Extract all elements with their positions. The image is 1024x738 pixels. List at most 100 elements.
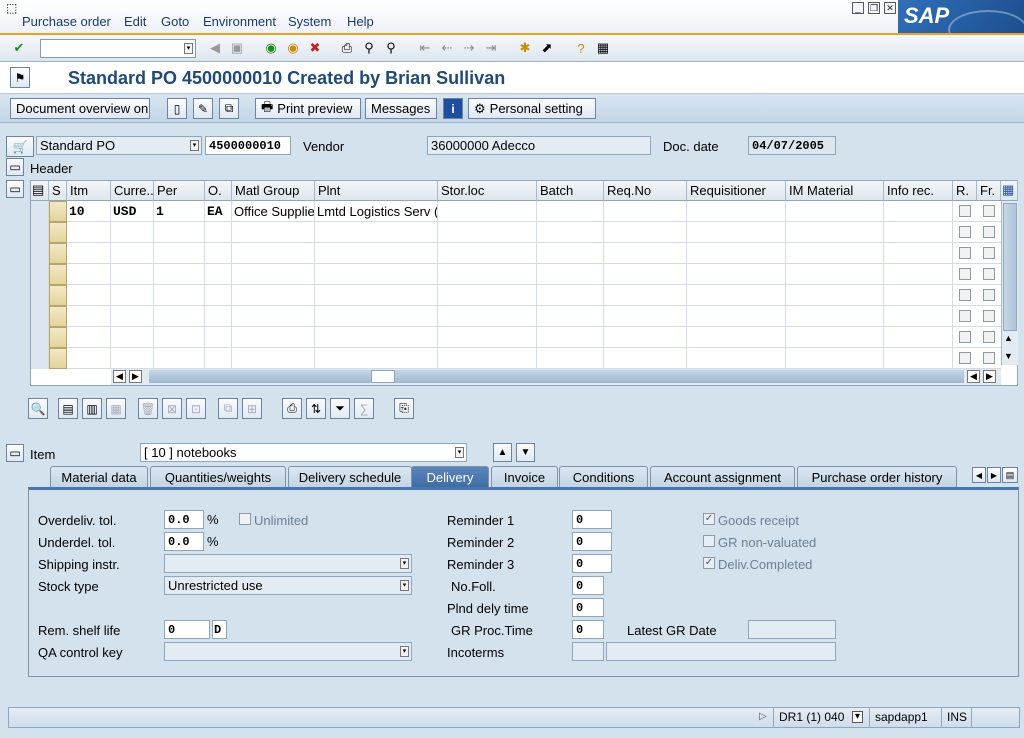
table-cell[interactable] — [232, 327, 315, 348]
table-cell[interactable]: USD — [111, 201, 154, 222]
table-cell[interactable] — [884, 201, 953, 222]
collapse-items-icon[interactable]: ▭ — [6, 180, 24, 198]
tab-delivery-schedule[interactable]: Delivery schedule — [288, 466, 412, 488]
scroll-up-icon[interactable]: ▲ — [1004, 333, 1013, 343]
table-cell[interactable] — [315, 285, 438, 306]
shortcut-icon[interactable]: ⬈ — [538, 39, 556, 57]
scroll-thumb[interactable] — [1003, 203, 1017, 331]
table-cell[interactable] — [537, 306, 604, 327]
table-cell[interactable] — [154, 222, 205, 243]
col-currency[interactable]: Curre... — [111, 181, 154, 201]
table-row[interactable] — [31, 264, 1001, 285]
close-icon[interactable]: ✕ — [884, 2, 896, 14]
table-cell[interactable] — [884, 327, 953, 348]
status-system-dropdown-icon[interactable]: ▾ — [852, 711, 863, 723]
table-cell[interactable] — [205, 306, 232, 327]
sort-icon[interactable]: ⇅ — [306, 398, 326, 419]
table-cell[interactable] — [154, 306, 205, 327]
reminder-2-field[interactable]: 0 — [572, 532, 612, 551]
col-plant[interactable]: Plnt — [315, 181, 438, 201]
tab-account-assignment[interactable]: Account assignment — [650, 466, 795, 488]
help-icon[interactable]: ? — [572, 39, 590, 57]
table-cell[interactable] — [537, 327, 604, 348]
table-cell[interactable] — [438, 285, 537, 306]
free-item-checkbox[interactable] — [983, 331, 995, 343]
tab-scroll-left-icon[interactable]: ◀ — [972, 467, 986, 483]
table-cell[interactable] — [438, 306, 537, 327]
table-cell[interactable]: Office Supplie: — [232, 201, 315, 222]
table-cell[interactable] — [111, 327, 154, 348]
print-icon[interactable]: ⎙ — [338, 39, 356, 57]
plnd-dely-field[interactable]: 0 — [572, 598, 604, 617]
expand-header-icon[interactable]: ▭ — [6, 158, 24, 176]
tab-purchase-order-history[interactable]: Purchase order history — [797, 466, 957, 488]
table-cell[interactable] — [154, 243, 205, 264]
table-cell[interactable] — [438, 222, 537, 243]
last-page-icon[interactable]: ⇥ — [482, 39, 500, 57]
table-cell[interactable] — [154, 327, 205, 348]
table-cell[interactable] — [111, 264, 154, 285]
table-cell[interactable] — [315, 264, 438, 285]
col-info-rec[interactable]: Info rec. — [884, 181, 953, 201]
goods-receipt-checkbox[interactable]: ✓ — [703, 513, 715, 525]
select-all-rows-icon[interactable]: ▤ — [58, 398, 78, 419]
table-cell[interactable] — [232, 264, 315, 285]
table-cell[interactable] — [154, 264, 205, 285]
table-row[interactable] — [31, 285, 1001, 306]
doc-date-field[interactable]: 04/07/2005 — [748, 136, 836, 155]
incoterms-2-field[interactable] — [606, 642, 836, 661]
details-icon[interactable]: 🔍 — [28, 398, 48, 419]
table-cell[interactable] — [604, 222, 687, 243]
first-page-icon[interactable]: ⇤ — [416, 39, 434, 57]
col-order-unit[interactable]: O. — [205, 181, 232, 201]
table-cell[interactable] — [537, 201, 604, 222]
minimize-icon[interactable]: _ — [852, 2, 864, 14]
po-number-field[interactable]: 4500000010 — [205, 136, 291, 155]
table-cell[interactable] — [884, 306, 953, 327]
free-item-checkbox[interactable] — [983, 310, 995, 322]
collapse-item-detail-icon[interactable]: ▭ — [6, 444, 24, 462]
table-cell[interactable] — [111, 285, 154, 306]
unlock-icon[interactable]: ⊡ — [186, 398, 206, 419]
row-selector[interactable] — [31, 243, 49, 264]
table-cell[interactable] — [687, 243, 786, 264]
tab-material-data[interactable]: Material data — [50, 466, 148, 488]
no-foll-field[interactable]: 0 — [572, 576, 604, 595]
table-cell[interactable] — [884, 348, 953, 369]
row-selector[interactable] — [31, 285, 49, 306]
table-cell[interactable] — [232, 285, 315, 306]
hscroll-track[interactable] — [149, 370, 964, 383]
messages-button[interactable]: Messages — [365, 98, 437, 119]
back-arrow-icon[interactable]: ◀ — [206, 39, 224, 57]
gr-proc-field[interactable]: 0 — [572, 620, 604, 639]
table-cell[interactable] — [438, 243, 537, 264]
tab-invoice[interactable]: Invoice — [491, 466, 558, 488]
table-cell[interactable] — [604, 201, 687, 222]
table-row[interactable] — [31, 327, 1001, 348]
row-status-cell[interactable] — [49, 201, 67, 222]
table-cell[interactable] — [205, 285, 232, 306]
col-per[interactable]: Per — [154, 181, 205, 201]
col-im-material[interactable]: IM Material — [786, 181, 884, 201]
totals-icon[interactable]: ∑ — [354, 398, 374, 419]
command-field[interactable]: ▾ — [40, 39, 196, 58]
overdeliv-field[interactable]: 0.0 — [164, 510, 204, 529]
col-returns[interactable]: R. — [953, 181, 977, 201]
col-batch[interactable]: Batch — [537, 181, 604, 201]
create-session-icon[interactable]: ✱ — [516, 39, 534, 57]
shelf-life-field[interactable]: 0 — [164, 620, 210, 639]
table-cell[interactable] — [687, 264, 786, 285]
copy-icon[interactable]: ⧉ — [218, 398, 238, 419]
table-cell[interactable] — [786, 201, 884, 222]
table-cell[interactable] — [687, 222, 786, 243]
find-icon[interactable]: ⚲ — [360, 39, 378, 57]
table-cell[interactable] — [232, 348, 315, 369]
table-cell[interactable] — [786, 222, 884, 243]
table-cell[interactable] — [315, 306, 438, 327]
exit-icon[interactable]: ◉ — [284, 39, 302, 57]
table-cell[interactable] — [604, 243, 687, 264]
document-overview-button[interactable]: Document overview on — [10, 98, 150, 119]
table-cell[interactable] — [438, 201, 537, 222]
col-requisitioner[interactable]: Requisitioner — [687, 181, 786, 201]
table-cell[interactable] — [687, 348, 786, 369]
